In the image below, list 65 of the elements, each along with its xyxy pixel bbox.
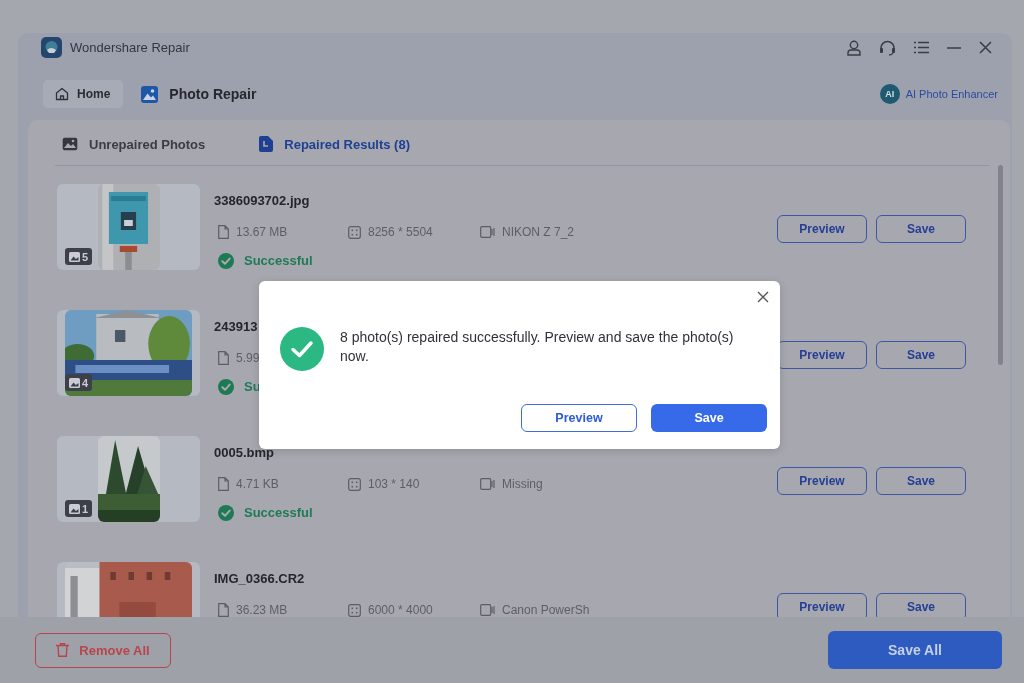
save-button[interactable]: Save bbox=[651, 404, 767, 432]
preview-button[interactable]: Preview bbox=[777, 215, 867, 243]
file-size: 36.23 MB bbox=[236, 603, 288, 617]
close-icon[interactable] bbox=[979, 41, 992, 54]
page-title: Photo Repair bbox=[169, 86, 257, 102]
photo-repair-icon bbox=[141, 85, 159, 103]
save-button[interactable]: Save bbox=[876, 341, 966, 369]
photo-count-badge: 4 bbox=[65, 374, 93, 391]
minimize-icon[interactable] bbox=[947, 46, 961, 49]
success-check-icon bbox=[218, 379, 234, 395]
tab[interactable]: Unrepaired Photos bbox=[62, 134, 206, 154]
ai-badge-icon[interactable]: AI bbox=[879, 84, 900, 104]
file-icon bbox=[218, 477, 229, 491]
clock-document-icon bbox=[259, 136, 274, 152]
success-check-icon bbox=[218, 253, 234, 269]
success-check-icon bbox=[280, 327, 324, 371]
camera-model: Missing bbox=[502, 477, 543, 491]
file-icon bbox=[218, 603, 229, 617]
preview-button[interactable]: Preview bbox=[521, 404, 637, 432]
photo-count-badge: 5 bbox=[65, 248, 93, 265]
camera-model: NIKON Z 7_2 bbox=[502, 225, 575, 239]
image-icon bbox=[62, 137, 78, 151]
menu-icon[interactable] bbox=[914, 41, 929, 54]
save-button[interactable]: Save bbox=[876, 467, 966, 495]
camera-icon bbox=[480, 226, 495, 238]
ai-photo-enhancer-link[interactable]: AI Photo Enhancer bbox=[905, 88, 998, 100]
file-size: 13.67 MB bbox=[236, 225, 288, 239]
photo-count-badge: 1 bbox=[65, 500, 93, 517]
success-check-icon bbox=[218, 505, 234, 521]
file-size: 4.71 KB bbox=[236, 477, 279, 491]
image-icon bbox=[69, 251, 80, 262]
image-dimensions: 6000 * 4000 bbox=[368, 603, 433, 617]
file-name: IMG_0366.CR2 bbox=[214, 570, 305, 588]
file-name: 3386093702.jpg bbox=[214, 192, 310, 210]
file-name: 243913 bbox=[214, 318, 258, 336]
dimensions-icon bbox=[348, 603, 361, 617]
trash-icon bbox=[56, 643, 70, 657]
status-label: Successful bbox=[244, 504, 313, 522]
tab[interactable]: Repaired Results (8) bbox=[259, 134, 410, 154]
window-title: Wondershare Repair bbox=[70, 40, 190, 55]
scrollbar[interactable] bbox=[998, 165, 1003, 365]
image-dimensions: 103 * 140 bbox=[368, 477, 420, 491]
preview-button[interactable]: Preview bbox=[777, 467, 867, 495]
save-button[interactable]: Save bbox=[876, 215, 966, 243]
camera-icon bbox=[480, 604, 495, 616]
file-icon bbox=[218, 351, 229, 365]
image-icon bbox=[69, 503, 80, 514]
image-icon bbox=[69, 377, 80, 388]
camera-icon bbox=[480, 478, 495, 490]
dialog-message: 8 photo(s) repaired successfully. Preview and save the photo(s) now. bbox=[340, 328, 735, 366]
home-icon bbox=[55, 87, 69, 101]
headset-icon[interactable] bbox=[879, 39, 896, 56]
file-icon bbox=[218, 225, 229, 239]
dimensions-icon bbox=[348, 477, 361, 491]
camera-model: Canon PowerSh bbox=[502, 603, 590, 617]
close-icon[interactable] bbox=[757, 291, 769, 303]
file-name: 0005.bmp bbox=[214, 444, 274, 462]
dimensions-icon bbox=[348, 225, 361, 239]
file-size: 5.99 bbox=[236, 351, 260, 365]
home-button[interactable]: Home bbox=[43, 80, 124, 108]
app-logo-icon bbox=[41, 37, 62, 58]
status-label: Successful bbox=[244, 252, 313, 270]
save-all-button[interactable]: Save All bbox=[828, 631, 1002, 669]
user-icon[interactable] bbox=[847, 39, 861, 56]
image-dimensions: 8256 * 5504 bbox=[368, 225, 433, 239]
